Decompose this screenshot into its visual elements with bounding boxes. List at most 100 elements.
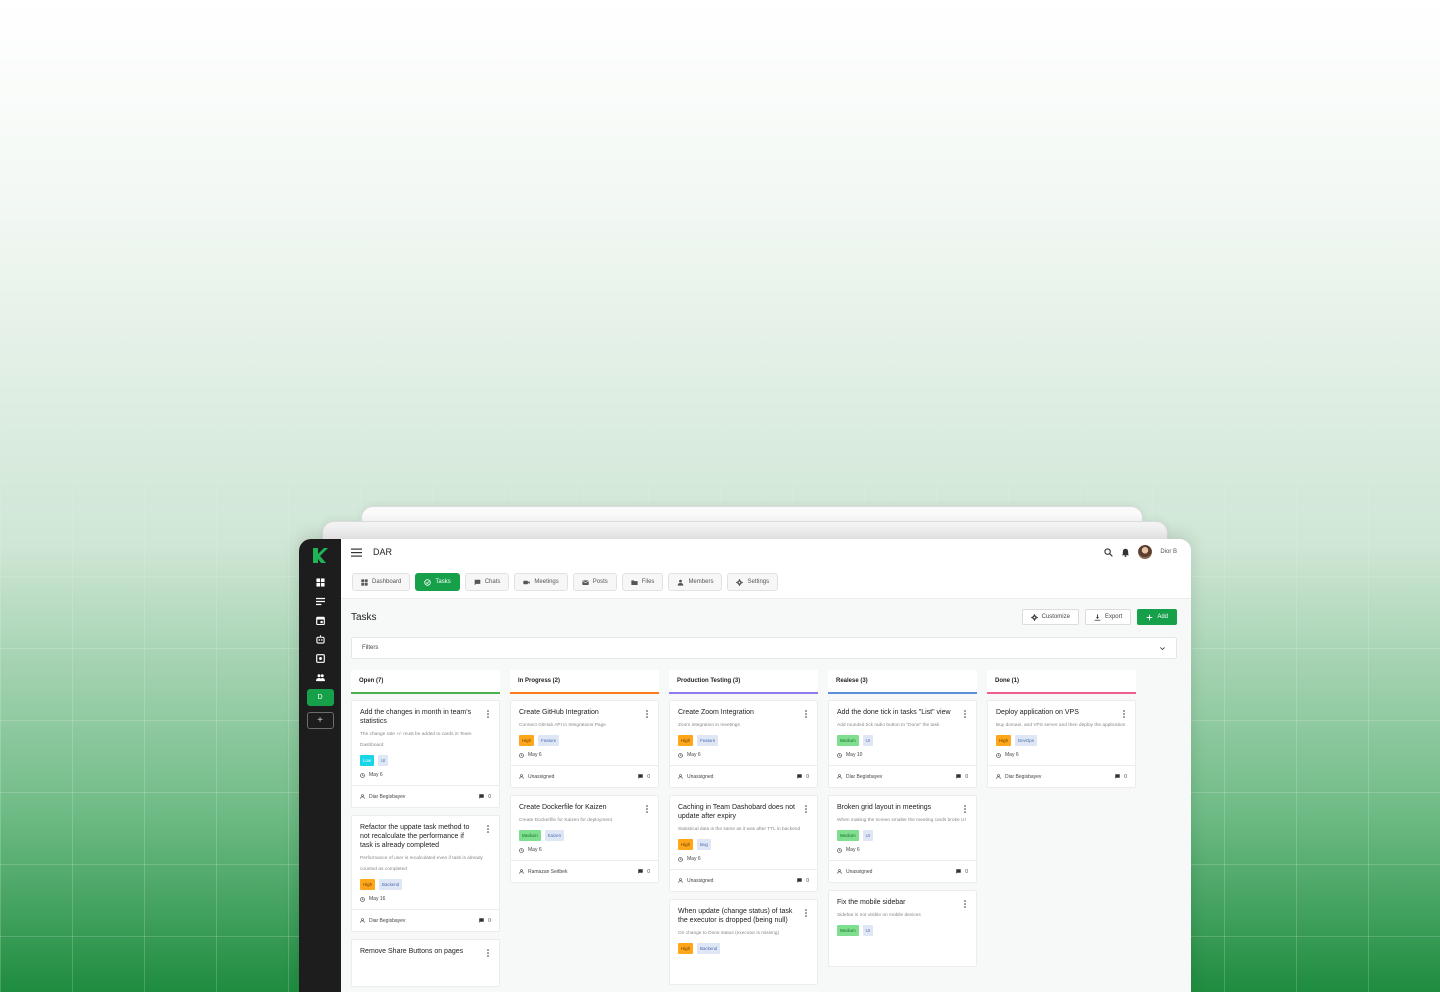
card-footer: Diar Begisbayev 0 xyxy=(988,765,1135,787)
assignee[interactable]: Diar Begisbayev xyxy=(360,918,405,924)
due-date: May 16 xyxy=(360,896,491,902)
task-description: Statistical data is the same as it was a… xyxy=(678,827,801,832)
tab-settings[interactable]: Settings xyxy=(727,573,779,591)
more-options-icon[interactable] xyxy=(803,909,809,917)
assignee[interactable]: Unassigned xyxy=(678,878,713,884)
task-card[interactable]: Broken grid layout in meetings When makin… xyxy=(828,795,977,883)
check-circle-icon xyxy=(424,578,432,586)
add-workspace-button[interactable]: + xyxy=(306,712,334,729)
chevron-down-icon[interactable] xyxy=(1159,645,1166,652)
task-card[interactable]: Deploy application on VPS Buy domain, and… xyxy=(987,700,1136,788)
task-card[interactable]: Caching in Team Dashobard does not updat… xyxy=(669,795,818,892)
tab-members[interactable]: Members xyxy=(668,573,723,591)
filters-panel[interactable]: Filters xyxy=(351,637,1177,659)
tab-chats[interactable]: Chats xyxy=(464,573,510,591)
card-footer: Diar Begisbayev 0 xyxy=(829,765,976,787)
task-description: Buy domain, and VPS server and then depl… xyxy=(996,723,1126,728)
task-title: Refactor the uppate task method to not r… xyxy=(360,824,470,849)
logo-icon[interactable] xyxy=(310,545,330,565)
comment-count[interactable]: 0 xyxy=(797,878,809,884)
tab-meetings[interactable]: Meetings xyxy=(514,573,568,591)
more-options-icon[interactable] xyxy=(803,710,809,718)
more-options-icon[interactable] xyxy=(485,710,491,718)
task-card[interactable]: Create GitHub Integration Connect GitHub … xyxy=(510,700,659,788)
assignee[interactable]: Unassigned xyxy=(837,869,872,875)
task-card[interactable]: When update (change status) of task the … xyxy=(669,899,818,985)
assignee[interactable]: Diar Begisbayev xyxy=(360,794,405,800)
task-card[interactable]: Remove Share Buttons on pages xyxy=(351,939,500,987)
person-icon xyxy=(678,774,683,779)
assignee[interactable]: Unassigned xyxy=(519,774,554,780)
comment-count[interactable]: 0 xyxy=(479,918,491,924)
topbar: DAR Dior B Dashboard Tasks Chats Meeting… xyxy=(341,539,1191,599)
user-avatar[interactable] xyxy=(1138,545,1153,559)
lines-icon[interactable] xyxy=(310,594,330,608)
comment-count[interactable]: 0 xyxy=(797,774,809,780)
comment-icon xyxy=(797,774,802,779)
comment-count[interactable]: 0 xyxy=(479,794,491,800)
tab-files[interactable]: Files xyxy=(621,573,664,591)
comment-icon xyxy=(479,794,484,799)
assignee[interactable]: Diar Begisbayev xyxy=(996,774,1041,780)
more-options-icon[interactable] xyxy=(962,805,968,813)
more-options-icon[interactable] xyxy=(803,805,809,813)
tab-dashboard[interactable]: Dashboard xyxy=(352,573,411,591)
task-card[interactable]: Fix the mobile sidebar Sidebar is not vis… xyxy=(828,890,977,967)
column-header[interactable]: Done (1) xyxy=(987,670,1136,694)
export-button[interactable]: Export xyxy=(1084,609,1132,625)
robot-icon[interactable] xyxy=(310,632,330,646)
column-header[interactable]: In Progress (2) xyxy=(510,670,659,694)
comment-count[interactable]: 0 xyxy=(956,774,968,780)
card-overflow xyxy=(360,956,491,986)
comment-count[interactable]: 0 xyxy=(638,869,650,875)
more-options-icon[interactable] xyxy=(644,710,650,718)
clock-icon xyxy=(678,856,683,862)
tab-posts[interactable]: Posts xyxy=(572,573,617,591)
more-options-icon[interactable] xyxy=(485,825,491,833)
menu-icon[interactable] xyxy=(351,547,362,558)
comment-icon xyxy=(479,918,484,923)
assignee[interactable]: Unassigned xyxy=(678,774,713,780)
add-button[interactable]: Add xyxy=(1137,609,1177,625)
task-card[interactable]: Create Zoom Integration Zoom integration … xyxy=(669,700,818,788)
tab-label: Tasks xyxy=(435,579,451,585)
calendar-icon[interactable] xyxy=(310,613,330,627)
workspace-avatar[interactable]: D xyxy=(306,689,334,706)
board-column: In Progress (2) Create GitHub Integration… xyxy=(510,670,659,992)
customize-button[interactable]: Customize xyxy=(1021,609,1079,625)
bell-icon[interactable] xyxy=(1121,548,1130,557)
assignee[interactable]: Diar Begisbayev xyxy=(837,774,882,780)
task-card[interactable]: Add the done tick in tasks "List" view Ad… xyxy=(828,700,977,788)
more-options-icon[interactable] xyxy=(962,900,968,908)
tag-badge: Kaizen xyxy=(544,830,565,841)
comment-count[interactable]: 0 xyxy=(1115,774,1127,780)
task-card[interactable]: Add the changes in month in team's stati… xyxy=(351,700,500,808)
more-options-icon[interactable] xyxy=(962,710,968,718)
tab-tasks[interactable]: Tasks xyxy=(415,573,460,591)
task-title: Broken grid layout in meetings xyxy=(837,804,932,811)
assignee[interactable]: Ramazan Seitbek xyxy=(519,869,567,875)
members-icon[interactable] xyxy=(310,670,330,684)
user-name[interactable]: Dior B xyxy=(1160,549,1177,555)
customize-label: Customize xyxy=(1041,614,1070,620)
more-options-icon[interactable] xyxy=(485,949,491,957)
comment-count[interactable]: 0 xyxy=(956,869,968,875)
image-icon[interactable] xyxy=(310,651,330,665)
column-header[interactable]: Realese (3) xyxy=(828,670,977,694)
dashboard-icon[interactable] xyxy=(310,575,330,589)
more-options-icon[interactable] xyxy=(1121,710,1127,718)
column-header[interactable]: Production Testing (3) xyxy=(669,670,818,694)
card-footer: Unassigned 0 xyxy=(829,860,976,882)
task-card[interactable]: Refactor the uppate task method to not r… xyxy=(351,815,500,932)
comment-count[interactable]: 0 xyxy=(638,774,650,780)
tag-list: Low UI xyxy=(360,755,491,766)
search-icon[interactable] xyxy=(1104,547,1114,557)
card-footer: Ramazan Seitbek 0 xyxy=(511,860,658,882)
tag-badge: UI xyxy=(862,830,874,841)
assignee-name: Diar Begisbayev xyxy=(1005,773,1042,780)
kanban-board: Open (7) Add the changes in month in team… xyxy=(351,670,1136,992)
column-header[interactable]: Open (7) xyxy=(351,670,500,694)
more-options-icon[interactable] xyxy=(644,805,650,813)
task-card[interactable]: Create Dockerfile for Kaizen Create Docke… xyxy=(510,795,659,883)
gear-icon xyxy=(736,578,744,586)
